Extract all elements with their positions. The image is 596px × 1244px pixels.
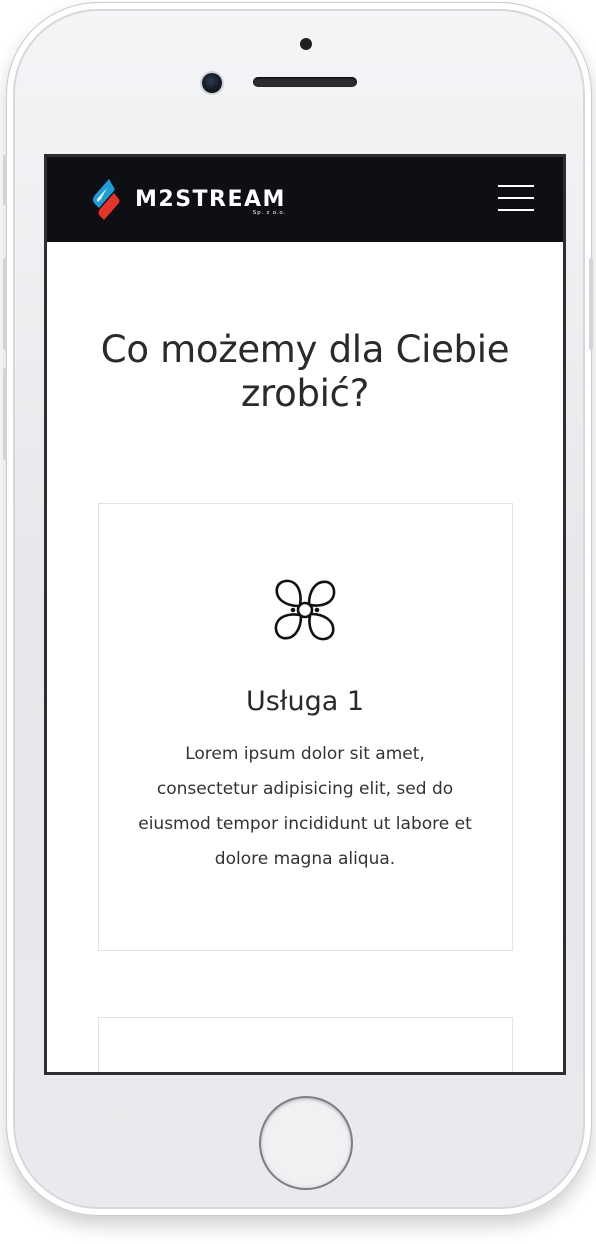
volume-up-button bbox=[3, 258, 7, 350]
service-card bbox=[97, 1017, 513, 1072]
fan-icon bbox=[274, 579, 336, 641]
service-title: Usługa 1 bbox=[245, 686, 365, 717]
web-viewport: M2STREAM Sp. z o.o. Co możemy dla Ciebie… bbox=[47, 157, 563, 1072]
phone-screen: M2STREAM Sp. z o.o. Co możemy dla Ciebie… bbox=[44, 154, 566, 1075]
home-button[interactable] bbox=[259, 1096, 353, 1190]
service-description: Lorem ipsum dolor sit amet, consectetur … bbox=[138, 744, 472, 869]
flame-logo-icon bbox=[93, 179, 120, 220]
services-section: Co możemy dla Ciebie zrobić? Usługa 1 Lo… bbox=[47, 242, 563, 1072]
phone-frame: M2STREAM Sp. z o.o. Co możemy dla Ciebie… bbox=[6, 2, 592, 1216]
brand-logo[interactable]: M2STREAM Sp. z o.o. bbox=[87, 177, 286, 223]
section-title: Co możemy dla Ciebie zrobić? bbox=[100, 328, 510, 415]
service-card: Usługa 1 Lorem ipsum dolor sit amet, con… bbox=[97, 503, 513, 951]
power-button bbox=[589, 258, 593, 350]
proximity-sensor bbox=[300, 38, 312, 50]
navbar: M2STREAM Sp. z o.o. bbox=[47, 157, 563, 242]
hamburger-menu-icon[interactable] bbox=[498, 185, 534, 213]
front-camera bbox=[202, 73, 222, 93]
brand-name: M2STREAM bbox=[135, 187, 286, 212]
earpiece-speaker bbox=[253, 77, 357, 87]
volume-down-button bbox=[3, 368, 7, 460]
side-button bbox=[3, 155, 7, 205]
brand-suffix: Sp. z o.o. bbox=[252, 210, 286, 216]
